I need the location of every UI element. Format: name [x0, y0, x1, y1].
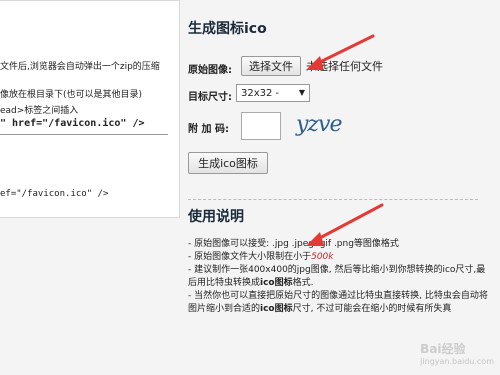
- captcha-image[interactable]: yzve: [296, 112, 342, 137]
- usage-title: 使用说明: [188, 209, 244, 225]
- watermark-text: Bai经验: [420, 342, 466, 356]
- choose-file-button[interactable]: 选择文件: [241, 56, 301, 76]
- instruction-line-1: 文件后,浏览器会自动弹出一个zip的压缩: [0, 62, 160, 72]
- original-image-label: 原始图像:: [188, 65, 232, 76]
- target-size-select[interactable]: 32x32 - ▼: [236, 84, 310, 102]
- ico-generator-form: 生成图标ico 原始图像: 选择文件 未选择任何文件 目标尺寸: 32x32 -…: [188, 0, 500, 375]
- usage-item: - 当然你也可以直接把原始尺寸的图像通过比特虫直接转换, 比特虫会自动将图片缩小…: [188, 290, 488, 316]
- section-divider: [188, 199, 478, 200]
- target-size-label: 目标尺寸:: [188, 92, 232, 103]
- usage-item-text: - 原始图像文件大小限制在小于: [188, 252, 312, 262]
- captcha-input[interactable]: [241, 112, 281, 140]
- usage-list: - 原始图像可以接受: .jpg .jpeg .gif .png等图像格式 - …: [188, 238, 488, 316]
- usage-item: - 原始图像文件大小限制在小于500k: [188, 251, 488, 264]
- usage-item: - 建议制作一张400x400的jpg图像, 然后等比缩小到你想转换的ico尺寸…: [188, 264, 488, 290]
- chevron-down-icon: ▼: [298, 88, 305, 97]
- instruction-line-3: ead>标签之间插入: [0, 106, 79, 116]
- usage-item-text: 尺寸, 不过可能会在缩小的时候有所失真: [292, 304, 452, 314]
- divider-line: [0, 134, 168, 135]
- generator-title: 生成图标ico: [188, 21, 267, 37]
- code-snippet-href: ef="/favicon.ico" />: [0, 189, 109, 199]
- code-panel: 文件后,浏览器会自动弹出一个zip的压缩 像放在根目录下(也可以是其他目录) e…: [0, 0, 180, 218]
- usage-item: - 原始图像可以接受: .jpg .jpeg .gif .png等图像格式: [188, 239, 399, 249]
- generate-ico-button[interactable]: 生成ico图标: [188, 152, 268, 174]
- code-snippet-link: " href="/favicon.ico" />: [0, 118, 145, 129]
- ico-highlight: ico图标: [260, 304, 293, 314]
- ico-highlight: ico图标: [260, 278, 293, 288]
- watermark-url: jingyan.baidu.com: [420, 357, 494, 366]
- usage-item-text: - 建议制作一张400x400的jpg图像, 然后等比缩小到你想转换的ico尺寸…: [188, 265, 486, 288]
- target-size-value: 32x32 -: [241, 87, 280, 99]
- file-status-text: 未选择任何文件: [306, 60, 383, 73]
- captcha-label: 附 加 码:: [188, 124, 229, 135]
- baidu-watermark: Bai经验 jingyan.baidu.com: [420, 340, 494, 366]
- instruction-line-2: 像放在根目录下(也可以是其他目录): [0, 90, 143, 100]
- size-limit-highlight: 500k: [311, 252, 334, 262]
- usage-item-text: 格式.: [292, 278, 314, 288]
